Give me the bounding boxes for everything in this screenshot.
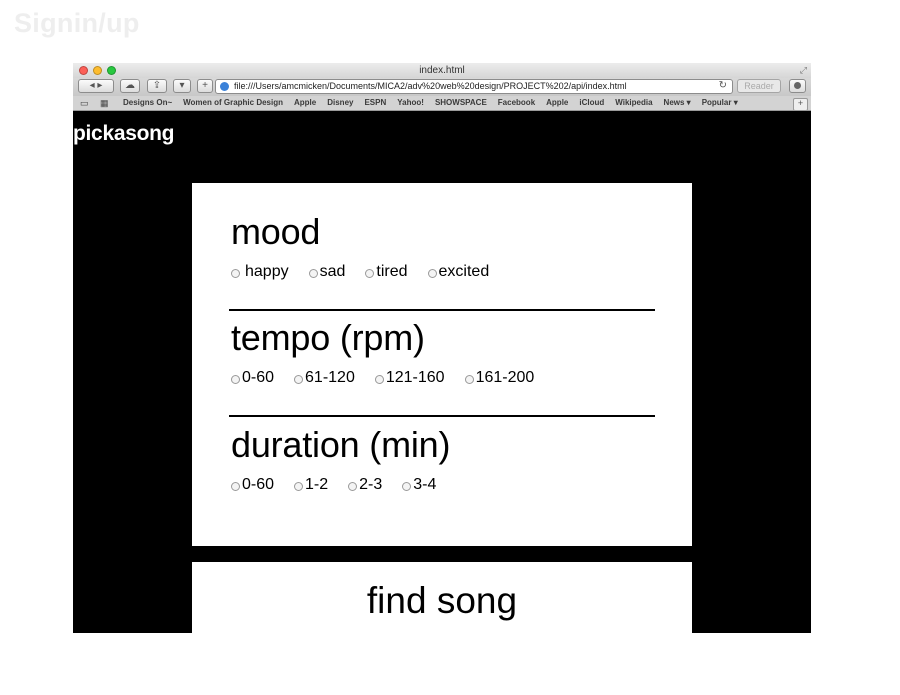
radio-button[interactable] <box>402 482 412 491</box>
browser-window: index.html ⤢ ◂ ▸ ☁ ⇪ ▾ + file:///Users/a… <box>73 63 811 633</box>
option-label: 3-4 <box>413 476 437 493</box>
tempo-heading: tempo (rpm) <box>231 317 425 358</box>
reading-list-button[interactable]: ▾ <box>173 79 191 93</box>
mood-option-tired[interactable]: tired <box>365 263 408 281</box>
mood-option-happy[interactable]: happy <box>231 263 289 281</box>
duration-option-1-2[interactable]: 1-2 <box>294 476 328 494</box>
mood-option-sad[interactable]: sad <box>308 263 346 281</box>
mood-heading: mood <box>231 211 321 252</box>
radio-button[interactable] <box>294 482 304 491</box>
option-label: 121-160 <box>385 369 445 386</box>
option-label: 1-2 <box>305 476 329 493</box>
option-label: 161-200 <box>475 369 535 386</box>
fullscreen-icon[interactable]: ⤢ <box>800 65 807 76</box>
plus-icon: + <box>202 80 208 91</box>
share-icon: ⇪ <box>152 80 162 91</box>
tempo-options: 0-60 61-120 121-160 161-200 <box>231 369 661 387</box>
page-label: Signin/up <box>14 8 140 38</box>
option-label: excited <box>438 263 490 280</box>
pocket-icon: ▾ <box>179 80 185 91</box>
mood-section: mood happy sad tired excited <box>231 211 661 281</box>
tempo-option-161-200[interactable]: 161-200 <box>464 369 535 387</box>
section-divider <box>229 309 655 311</box>
brand-logo[interactable]: pickasong <box>73 122 174 146</box>
page-viewport: pickasong mood happy sad tired excited t… <box>73 111 811 633</box>
mood-options: happy sad tired excited <box>231 263 661 281</box>
bookmark-item[interactable]: Apple <box>546 98 568 107</box>
option-label: 61-120 <box>305 369 355 386</box>
book-icon[interactable]: ▭ <box>80 98 89 109</box>
tempo-option-121-160[interactable]: 121-160 <box>374 369 445 387</box>
forward-arrow-icon[interactable]: ▸ <box>97 80 102 91</box>
radio-button[interactable] <box>365 269 375 278</box>
share-button[interactable]: ⇪ <box>147 79 167 93</box>
bookmark-item[interactable]: News ▾ <box>664 98 691 107</box>
tempo-section: tempo (rpm) 0-60 61-120 121-160 161-200 <box>231 317 661 387</box>
filter-panel: mood happy sad tired excited tempo (rpm)… <box>192 183 692 546</box>
duration-section: duration (min) 0-60 1-2 2-3 3-4 <box>231 424 661 494</box>
window-title: index.html <box>419 65 465 76</box>
find-song-button[interactable]: find song <box>192 562 692 633</box>
radio-button[interactable] <box>231 269 240 278</box>
title-bar: index.html ⤢ <box>73 63 811 78</box>
icloud-tabs-button[interactable]: ☁ <box>120 79 140 93</box>
radio-button[interactable] <box>427 269 437 278</box>
bookmark-item[interactable]: Women of Graphic Design <box>183 98 283 107</box>
globe-icon <box>220 82 229 91</box>
duration-option-0-60[interactable]: 0-60 <box>231 476 274 494</box>
reload-icon[interactable]: ↻ <box>719 80 727 91</box>
option-label: happy <box>245 263 289 280</box>
bookmark-item[interactable]: Disney <box>327 98 353 107</box>
cloud-icon: ☁ <box>125 80 135 91</box>
radio-button[interactable] <box>294 375 304 384</box>
tempo-option-0-60[interactable]: 0-60 <box>231 369 274 387</box>
address-bar[interactable]: file:///Users/amcmicken/Documents/MICA2/… <box>215 79 733 94</box>
radio-button[interactable] <box>348 482 358 491</box>
bookmark-item[interactable]: Yahoo! <box>397 98 424 107</box>
browser-toolbar: ◂ ▸ ☁ ⇪ ▾ + file:///Users/amcmicken/Docu… <box>73 78 811 96</box>
bookmark-item[interactable]: iCloud <box>579 98 604 107</box>
duration-heading: duration (min) <box>231 424 451 465</box>
option-label: sad <box>319 263 346 280</box>
url-text[interactable]: file:///Users/amcmicken/Documents/MICA2/… <box>234 81 627 91</box>
bookmark-item[interactable]: Popular ▾ <box>702 98 738 107</box>
option-label: 0-60 <box>242 476 275 493</box>
download-icon <box>794 82 801 89</box>
bookmark-item[interactable]: SHOWSPACE <box>435 98 487 107</box>
grid-icon[interactable]: ▦ <box>100 98 109 109</box>
duration-option-2-3[interactable]: 2-3 <box>348 476 382 494</box>
back-arrow-icon[interactable]: ◂ <box>90 80 95 91</box>
tempo-option-61-120[interactable]: 61-120 <box>294 369 355 387</box>
add-bookmark-button[interactable]: + <box>793 98 808 111</box>
reader-button[interactable]: Reader <box>737 79 781 93</box>
bookmark-item[interactable]: Apple <box>294 98 316 107</box>
radio-button[interactable] <box>374 375 384 384</box>
option-label: 0-60 <box>242 369 275 386</box>
duration-option-3-4[interactable]: 3-4 <box>402 476 436 494</box>
radio-button[interactable] <box>308 269 318 278</box>
section-divider <box>229 415 655 417</box>
bookmark-list: Designs On~ Women of Graphic Design Appl… <box>123 98 749 107</box>
back-forward-buttons[interactable]: ◂ ▸ <box>78 79 114 93</box>
bookmark-item[interactable]: ESPN <box>364 98 386 107</box>
bookmark-item[interactable]: Facebook <box>498 98 535 107</box>
mood-option-excited[interactable]: excited <box>427 263 490 281</box>
bookmark-item[interactable]: Wikipedia <box>615 98 652 107</box>
bookmarks-bar: ▭ ▦ Designs On~ Women of Graphic Design … <box>73 96 811 111</box>
downloads-button[interactable] <box>789 79 806 93</box>
radio-button[interactable] <box>231 482 240 491</box>
radio-button[interactable] <box>464 375 474 384</box>
new-tab-button[interactable]: + <box>197 79 213 93</box>
duration-options: 0-60 1-2 2-3 3-4 <box>231 476 661 494</box>
option-label: tired <box>376 263 408 280</box>
option-label: 2-3 <box>359 476 383 493</box>
bookmark-item[interactable]: Designs On~ <box>123 98 172 107</box>
radio-button[interactable] <box>231 375 240 384</box>
